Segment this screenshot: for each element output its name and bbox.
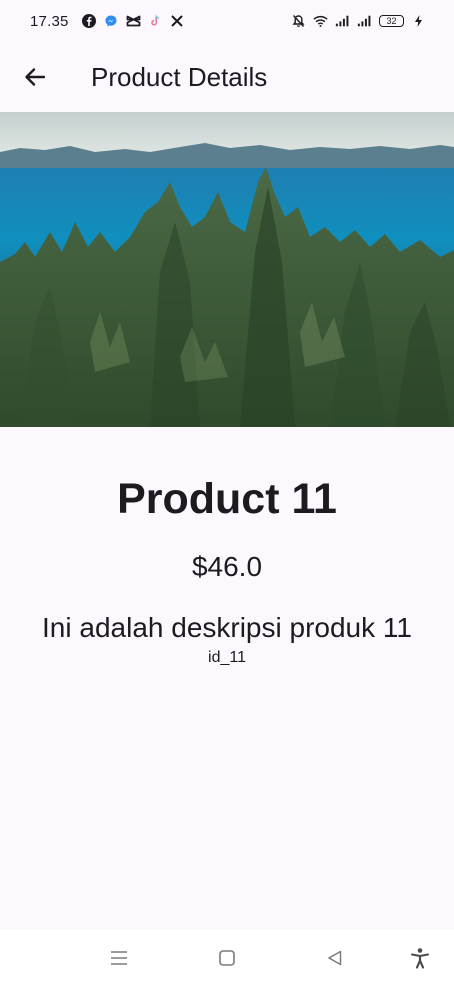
tiktok-icon [148, 14, 163, 29]
product-description: Ini adalah deskripsi produk 11 [42, 612, 412, 643]
home-icon [219, 950, 235, 966]
signal-icon [357, 14, 372, 29]
arrow-left-icon [25, 68, 46, 86]
nav-back-button[interactable] [321, 944, 349, 972]
facebook-icon [82, 14, 97, 29]
product-name: Product 11 [117, 475, 337, 523]
status-left: 17.35 [30, 13, 185, 30]
status-time: 17.35 [30, 12, 69, 30]
status-right: 32 [291, 14, 426, 29]
system-nav-bar [0, 930, 454, 986]
product-details: Product 11 $46.0 Ini adalah deskripsi pr… [0, 470, 454, 668]
charging-icon [411, 14, 426, 29]
wifi-icon [313, 14, 328, 29]
menu-icon [111, 951, 127, 965]
battery-icon: 32 [379, 15, 404, 27]
x-icon [170, 14, 185, 29]
accessibility-icon [411, 948, 429, 969]
status-bar: 17.35 32 [0, 0, 454, 42]
product-price: $46.0 [191, 551, 263, 582]
messenger-icon [104, 14, 119, 29]
mute-icon [291, 14, 306, 29]
product-id: id_11 [208, 649, 246, 666]
product-image [0, 112, 454, 427]
signal-icon [335, 14, 350, 29]
capcut-icon [126, 14, 141, 29]
menu-button[interactable] [105, 944, 133, 972]
accessibility-button[interactable] [406, 944, 434, 972]
page-title: Product Details [91, 61, 268, 92]
back-button[interactable] [11, 53, 59, 101]
back-icon [328, 950, 342, 966]
home-button[interactable] [213, 944, 241, 972]
app-bar: Product Details [0, 42, 454, 112]
